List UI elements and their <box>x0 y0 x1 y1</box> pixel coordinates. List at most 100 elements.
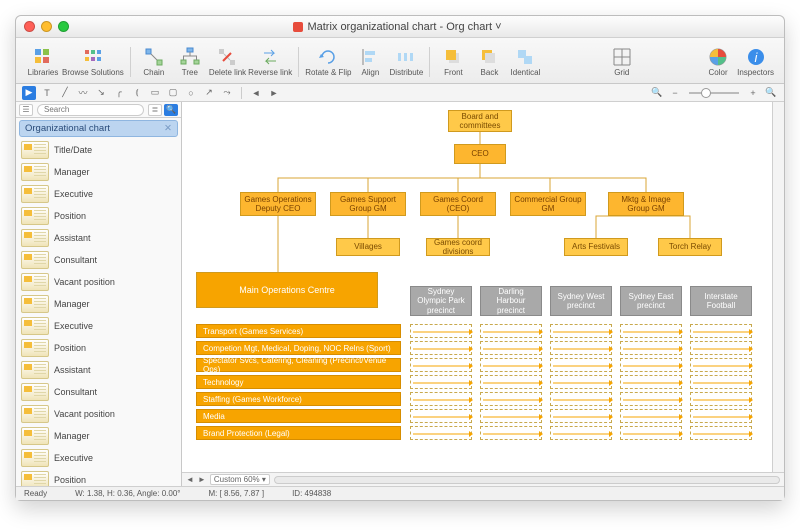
zoom-minus[interactable]: − <box>668 86 682 100</box>
bezier-tool[interactable]: 〰 <box>76 86 90 100</box>
node-l2-4[interactable]: Mktg & Image Group GM <box>608 192 684 216</box>
matrix-cell[interactable] <box>410 358 472 372</box>
library-item[interactable]: Assistant <box>16 227 181 249</box>
matrix-cell[interactable] <box>410 426 472 440</box>
matrix-cell[interactable] <box>690 375 752 389</box>
library-item[interactable]: Position <box>16 469 181 486</box>
inspectors-button[interactable]: i Inspectors <box>737 46 774 77</box>
matrix-row-header[interactable]: Transport (Games Services) <box>196 324 401 338</box>
precinct-header[interactable]: Sydney East precinct <box>620 286 682 316</box>
front-button[interactable]: Front <box>436 46 470 77</box>
zoom-select[interactable]: Custom 60% ▾ <box>210 474 270 485</box>
library-item[interactable]: Consultant <box>16 249 181 271</box>
text-tool[interactable]: T <box>40 86 54 100</box>
matrix-cell[interactable] <box>550 392 612 406</box>
identical-button[interactable]: Identical <box>508 46 542 77</box>
library-category[interactable]: Organizational chart ✕ <box>19 120 178 137</box>
matrix-cell[interactable] <box>480 358 542 372</box>
library-item[interactable]: Position <box>16 205 181 227</box>
matrix-cell[interactable] <box>690 324 752 338</box>
precinct-header[interactable]: Interstate Football <box>690 286 752 316</box>
matrix-cell[interactable] <box>480 324 542 338</box>
roundrect-tool[interactable]: ▢ <box>166 86 180 100</box>
library-item[interactable]: Manager <box>16 293 181 315</box>
smart-connector-tool[interactable]: ⤳ <box>220 86 234 100</box>
matrix-cell[interactable] <box>480 341 542 355</box>
sidebar-menu-icon[interactable]: ☰ <box>19 104 33 116</box>
library-item[interactable]: Manager <box>16 425 181 447</box>
matrix-cell[interactable] <box>550 409 612 423</box>
connector-tool[interactable]: ↘ <box>94 86 108 100</box>
matrix-cell[interactable] <box>480 392 542 406</box>
matrix-cell[interactable] <box>690 409 752 423</box>
tree-button[interactable]: Tree <box>173 46 207 77</box>
matrix-row-header[interactable]: Staffing (Games Workforce) <box>196 392 401 406</box>
canvas[interactable]: Board and committees CEO Games Operation… <box>182 102 772 472</box>
minimize-window-button[interactable] <box>41 21 52 32</box>
horizontal-scrollbar[interactable] <box>274 476 780 484</box>
matrix-cell[interactable] <box>620 392 682 406</box>
pointer-tool[interactable]: ▶ <box>22 86 36 100</box>
browse-solutions-button[interactable]: Browse Solutions <box>62 46 124 77</box>
back-button[interactable]: Back <box>472 46 506 77</box>
matrix-cell[interactable] <box>480 375 542 389</box>
close-window-button[interactable] <box>24 21 35 32</box>
page-next-icon[interactable]: ► <box>198 475 206 484</box>
precinct-header[interactable]: Darling Harbour precinct <box>480 286 542 316</box>
node-l3-0[interactable]: Villages <box>336 238 400 256</box>
matrix-cell[interactable] <box>690 358 752 372</box>
zoom-in-button[interactable]: 🔍 <box>764 86 778 100</box>
delete-link-button[interactable]: Delete link <box>209 46 246 77</box>
polyline-tool[interactable]: ⦅ <box>130 86 144 100</box>
library-item[interactable]: Vacant position <box>16 271 181 293</box>
matrix-cell[interactable] <box>410 392 472 406</box>
zoom-out-button[interactable]: 🔍 <box>650 86 664 100</box>
node-ceo[interactable]: CEO <box>454 144 506 164</box>
matrix-cell[interactable] <box>410 375 472 389</box>
matrix-row-header[interactable]: Technology <box>196 375 401 389</box>
libraries-button[interactable]: Libraries <box>26 46 60 77</box>
color-button[interactable]: Color <box>701 46 735 77</box>
node-board[interactable]: Board and committees <box>448 110 512 132</box>
matrix-cell[interactable] <box>620 341 682 355</box>
node-l2-0[interactable]: Games Operations Deputy CEO <box>240 192 316 216</box>
matrix-cell[interactable] <box>690 426 752 440</box>
line-tool[interactable]: ╱ <box>58 86 72 100</box>
matrix-cell[interactable] <box>410 409 472 423</box>
library-item[interactable]: Consultant <box>16 381 181 403</box>
page-prev[interactable]: ◄ <box>249 86 263 100</box>
matrix-cell[interactable] <box>620 426 682 440</box>
matrix-cell[interactable] <box>550 358 612 372</box>
rect-tool[interactable]: ▭ <box>148 86 162 100</box>
matrix-cell[interactable] <box>550 341 612 355</box>
node-main-ops[interactable]: Main Operations Centre <box>196 272 378 308</box>
matrix-cell[interactable] <box>550 375 612 389</box>
sidebar-search-icon[interactable]: 🔍 <box>164 104 178 116</box>
library-item[interactable]: Executive <box>16 447 181 469</box>
matrix-cell[interactable] <box>480 409 542 423</box>
matrix-cell[interactable] <box>690 392 752 406</box>
page-prev-icon[interactable]: ◄ <box>186 475 194 484</box>
matrix-row-header[interactable]: Brand Protection (Legal) <box>196 426 401 440</box>
node-l3-2[interactable]: Arts Festivals <box>564 238 628 256</box>
matrix-cell[interactable] <box>550 324 612 338</box>
matrix-cell[interactable] <box>410 341 472 355</box>
rotate-flip-button[interactable]: Rotate & Flip <box>305 46 351 77</box>
page-next[interactable]: ► <box>267 86 281 100</box>
distribute-button[interactable]: Distribute <box>389 46 423 77</box>
reverse-link-button[interactable]: Reverse link <box>248 46 292 77</box>
align-button[interactable]: Align <box>353 46 387 77</box>
close-icon[interactable]: ✕ <box>164 123 172 134</box>
matrix-cell[interactable] <box>620 358 682 372</box>
node-l2-1[interactable]: Games Support Group GM <box>330 192 406 216</box>
circle-tool[interactable]: ○ <box>184 86 198 100</box>
library-item[interactable]: Manager <box>16 161 181 183</box>
arrow-tool[interactable]: ↗ <box>202 86 216 100</box>
matrix-cell[interactable] <box>480 426 542 440</box>
node-l3-1[interactable]: Games coord divisions <box>426 238 490 256</box>
library-item[interactable]: Assistant <box>16 359 181 381</box>
matrix-cell[interactable] <box>410 324 472 338</box>
zoom-plus[interactable]: + <box>746 86 760 100</box>
grid-button[interactable]: Grid <box>605 46 639 77</box>
precinct-header[interactable]: Sydney Olympic Park precinct <box>410 286 472 316</box>
